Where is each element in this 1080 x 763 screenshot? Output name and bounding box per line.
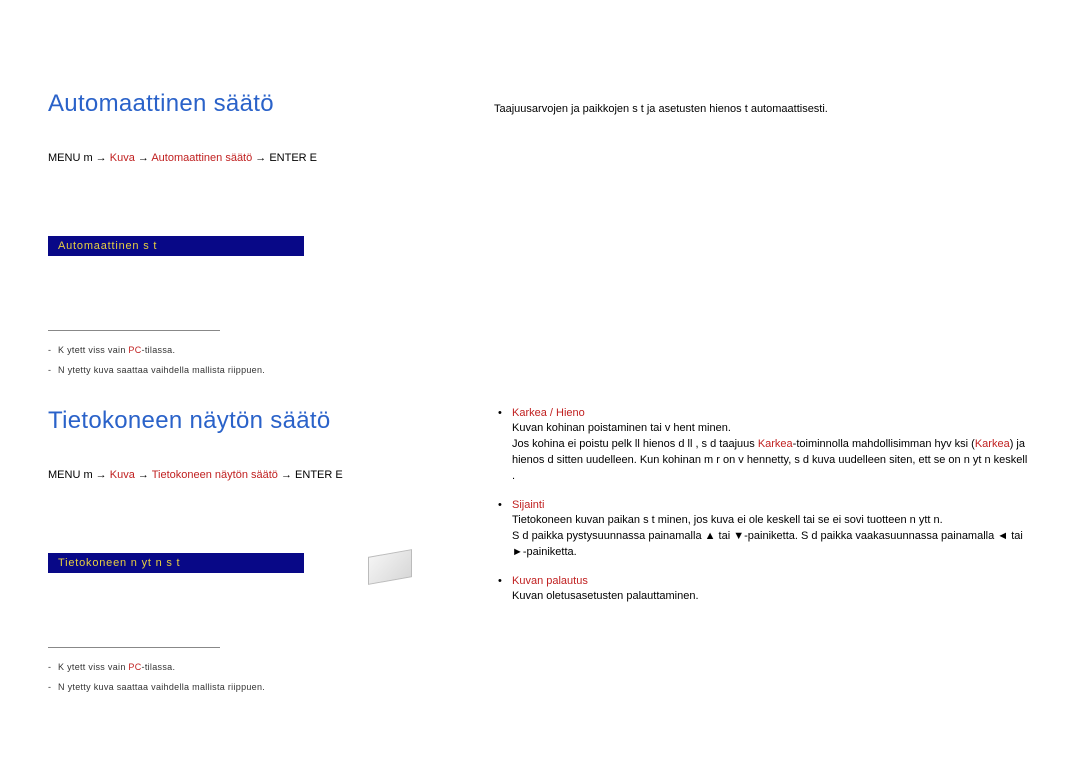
path-red-pcscreen: Tietokoneen näytön säätö: [152, 469, 278, 481]
footnote-pc-mode: K ytett viss vain PC-tilassa.: [48, 345, 428, 355]
path-text: MENU m →: [48, 152, 110, 164]
item-body: Kuvan oletusasetusten palauttaminen.: [512, 589, 1032, 605]
osd-box-label: Tietokoneen n yt n s t: [58, 557, 180, 569]
footnote-image-varies: N ytetty kuva saattaa vaihdella mallista…: [48, 682, 428, 692]
item-title: Sijainti: [512, 499, 544, 511]
item-kuvan-palautus: Kuvan palautus Kuvan oletusasetusten pal…: [494, 575, 1032, 605]
path-red-kuva: Kuva: [110, 152, 135, 164]
heading-pc-screen-adjust: Tietokoneen näytön säätö: [48, 407, 428, 435]
path-text: →: [135, 469, 152, 481]
path-text: MENU m →: [48, 469, 110, 481]
item-title: Karkea / Hieno: [512, 407, 585, 419]
footnote-image-varies: N ytetty kuva saattaa vaihdella mallista…: [48, 365, 428, 375]
auto-adjust-description: Taajuusarvojen ja paikkojen s t ja asetu…: [494, 102, 1032, 117]
item-karkea-hieno: Karkea / Hieno Kuvan kohinan poistaminen…: [494, 407, 1032, 485]
osd-box-auto: Automaattinen s t: [48, 236, 304, 256]
menu-path-2: MENU m → Kuva → Tietokoneen näytön säätö…: [48, 469, 428, 481]
path-text: →: [135, 152, 152, 164]
osd-box-label: Automaattinen s t: [58, 240, 157, 252]
menu-path-1: MENU m → Kuva → Automaattinen säätö → EN…: [48, 152, 428, 164]
osd-box-pcscreen: Tietokoneen n yt n s t: [48, 553, 304, 573]
path-red-kuva: Kuva: [110, 469, 135, 481]
heading-auto-adjust: Automaattinen säätö: [48, 90, 428, 118]
section-pc-screen-adjust: Tietokoneen näytön säätö MENU m → Kuva →…: [48, 407, 1032, 692]
path-text: → ENTER E: [252, 152, 317, 164]
item-title: Kuvan palautus: [512, 575, 588, 587]
footnote-pc-mode: K ytett viss vain PC-tilassa.: [48, 662, 428, 672]
item-body: Kuvan kohinan poistaminen tai v hent min…: [512, 421, 1032, 485]
path-text: → ENTER E: [278, 469, 343, 481]
item-sijainti: Sijainti Tietokoneen kuvan paikan s t mi…: [494, 499, 1032, 561]
section-auto-adjust: Automaattinen säätö MENU m → Kuva → Auto…: [48, 90, 1032, 375]
item-body: Tietokoneen kuvan paikan s t minen, jos …: [512, 513, 1032, 561]
path-red-auto: Automaattinen säätö: [151, 152, 252, 164]
